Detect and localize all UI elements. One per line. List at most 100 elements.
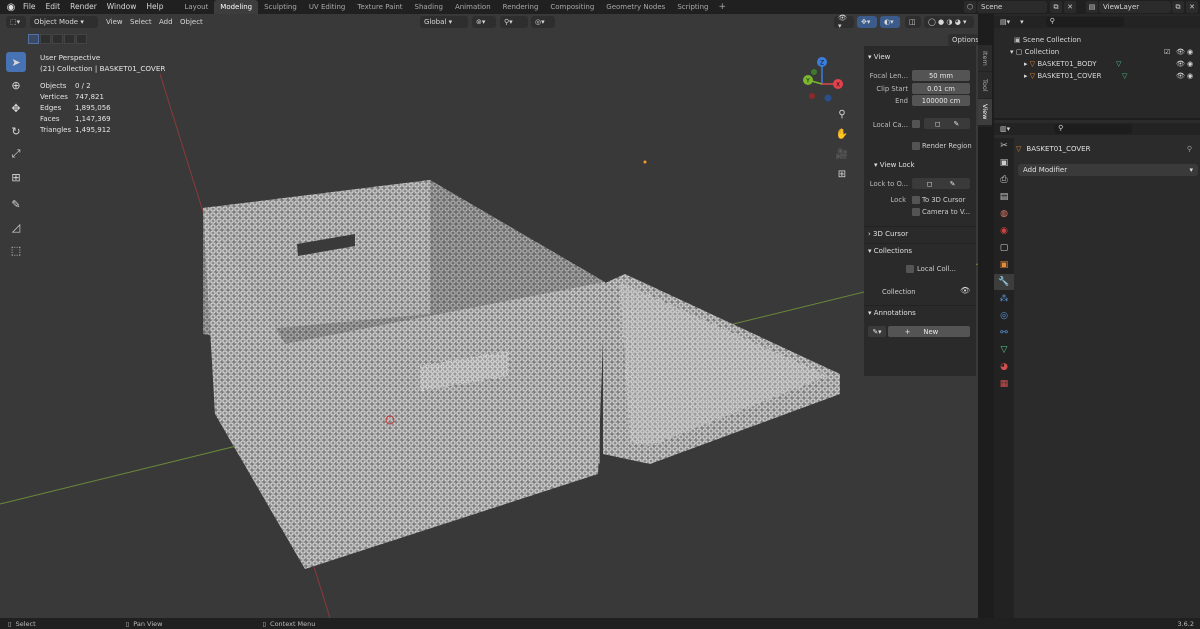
outliner-filter-icon[interactable]: ▾ xyxy=(1020,18,1024,26)
lock-to-object-field[interactable]: ◻ ✎ xyxy=(912,178,970,189)
object-mode-dropdown[interactable]: Object Mode ▾ xyxy=(30,16,98,28)
transform-orientation-dropdown[interactable]: Global ▾ xyxy=(420,16,468,28)
object-camera-icon[interactable]: ◉ xyxy=(1187,60,1193,68)
outliner-collection[interactable]: ▾ ▢ Collection ☑ 👁 ◉ xyxy=(994,46,1200,58)
visibility-icon[interactable]: 👁▾ xyxy=(834,14,854,30)
outliner-editor-icon[interactable]: ▤▾ xyxy=(1000,18,1010,26)
annotations-header[interactable]: ▾ Annotations xyxy=(864,305,976,319)
object-camera-icon[interactable]: ◉ xyxy=(1187,72,1193,80)
xray-icon[interactable]: ◫ xyxy=(905,16,921,28)
render-region-checkbox[interactable] xyxy=(912,142,920,150)
scene-tab-icon[interactable]: ◍ xyxy=(994,206,1014,222)
object-eye-icon[interactable]: 👁 xyxy=(1176,60,1185,68)
scene-icon[interactable]: ⬡ xyxy=(964,1,976,13)
editor-type-button[interactable]: ⬚▾ xyxy=(6,16,26,28)
view-layer-tab-icon[interactable]: ▤ xyxy=(994,189,1014,205)
tab-tool[interactable]: Tool xyxy=(978,72,992,98)
select-new-icon[interactable] xyxy=(28,34,39,44)
add-cube-tool-icon[interactable]: ⬚ xyxy=(6,240,26,260)
tab-uv-editing[interactable]: UV Editing xyxy=(303,0,352,14)
tab-modeling[interactable]: Modeling xyxy=(214,0,259,14)
modifier-tab-icon[interactable]: 🔧 xyxy=(994,274,1014,290)
move-tool-icon[interactable]: ✥ xyxy=(6,98,26,118)
new-scene-icon[interactable]: ⧉ xyxy=(1050,1,1062,13)
delete-scene-icon[interactable]: ✕ xyxy=(1064,1,1076,13)
gizmo-toggle-icon[interactable]: ✥▾ xyxy=(857,16,877,28)
clip-start-field[interactable]: 0.01 cm xyxy=(912,83,970,94)
collection-eye-icon[interactable]: 👁 xyxy=(1176,48,1185,56)
properties-editor-icon[interactable]: ▥▾ xyxy=(1000,125,1010,133)
menu-window[interactable]: Window xyxy=(102,0,142,14)
3d-cursor-header[interactable]: › 3D Cursor xyxy=(864,226,976,240)
object-name-field[interactable]: BASKET01_COVER xyxy=(1026,145,1090,153)
tab-layout[interactable]: Layout xyxy=(178,0,214,14)
tab-sculpting[interactable]: Sculpting xyxy=(258,0,303,14)
cursor-tool-icon[interactable]: ⊕ xyxy=(6,75,26,95)
camera-to-view-checkbox[interactable] xyxy=(912,208,920,216)
select-box-tool-icon[interactable]: ➤ xyxy=(6,52,26,72)
measure-tool-icon[interactable]: ◿ xyxy=(6,217,26,237)
pin-icon[interactable]: ⚲ xyxy=(1187,145,1192,153)
tab-animation[interactable]: Animation xyxy=(449,0,497,14)
snap-icon[interactable]: ⚲▾ xyxy=(500,16,528,28)
properties-search-input[interactable]: ⚲ xyxy=(1054,124,1133,134)
tool-tab-icon[interactable]: ✂ xyxy=(994,138,1014,154)
local-camera-field[interactable]: ◻ ✎ xyxy=(924,118,970,129)
output-tab-icon[interactable]: ⎙ xyxy=(994,172,1014,188)
new-view-layer-icon[interactable]: ⧉ xyxy=(1172,1,1184,13)
select-intersect-icon[interactable] xyxy=(76,34,87,44)
render-tab-icon[interactable]: ▣ xyxy=(994,155,1014,171)
particles-tab-icon[interactable]: ⁂ xyxy=(994,291,1014,307)
3d-viewport[interactable]: ⬚▾ Object Mode ▾ View Select Add Object … xyxy=(0,14,978,618)
ortho-grid-icon[interactable]: ⊞ xyxy=(834,166,850,182)
physics-tab-icon[interactable]: ◎ xyxy=(994,308,1014,324)
view-menu[interactable]: View xyxy=(106,16,123,28)
collection-exclude-checkbox[interactable]: ☑ xyxy=(1164,48,1170,56)
menu-edit[interactable]: Edit xyxy=(41,0,66,14)
rotate-tool-icon[interactable]: ↻ xyxy=(6,121,26,141)
clip-end-field[interactable]: 100000 cm xyxy=(912,95,970,106)
tab-texture-paint[interactable]: Texture Paint xyxy=(351,0,408,14)
shading-modes[interactable]: ◯ ● ◑ ◕ ▾ xyxy=(924,16,974,28)
lock-3d-cursor-checkbox[interactable] xyxy=(912,196,920,204)
navigation-gizmo[interactable]: Z X Y xyxy=(800,54,844,114)
menu-help[interactable]: Help xyxy=(141,0,168,14)
select-invert-icon[interactable] xyxy=(64,34,75,44)
add-workspace-button[interactable]: + xyxy=(714,0,730,14)
annotation-layer-icon[interactable]: ✎▾ xyxy=(868,326,886,337)
texture-tab-icon[interactable]: ▦ xyxy=(994,376,1014,392)
collection-visibility-icon[interactable]: 👁 xyxy=(960,286,970,295)
scale-tool-icon[interactable]: ⤢ xyxy=(6,144,26,164)
scene-selector[interactable]: Scene xyxy=(977,1,1047,13)
constraints-tab-icon[interactable]: ⚯ xyxy=(994,325,1014,341)
object-menu[interactable]: Object xyxy=(180,16,203,28)
local-camera-checkbox[interactable] xyxy=(912,120,920,128)
select-subtract-icon[interactable] xyxy=(52,34,63,44)
camera-view-icon[interactable]: 🎥 xyxy=(834,146,850,162)
overlay-toggle-icon[interactable]: ◐▾ xyxy=(880,16,900,28)
collections-header[interactable]: ▾ Collections xyxy=(864,243,976,257)
view-section-header[interactable]: ▾ View xyxy=(864,50,976,64)
tab-geometry-nodes[interactable]: Geometry Nodes xyxy=(600,0,671,14)
pivot-icon[interactable]: ⊚▾ xyxy=(472,16,496,28)
world-tab-icon[interactable]: ◉ xyxy=(994,223,1014,239)
options-button[interactable]: Options xyxy=(948,34,978,46)
collection-tab-icon[interactable]: ▢ xyxy=(994,240,1014,256)
blender-logo-icon[interactable]: ◉ xyxy=(4,0,18,14)
tab-scripting[interactable]: Scripting xyxy=(671,0,714,14)
outliner-scene-collection[interactable]: ▣ Scene Collection xyxy=(994,34,1200,46)
outliner-object-cover[interactable]: ▸ ▽ BASKET01_COVER ▽ 👁 ◉ xyxy=(994,70,1200,82)
menu-file[interactable]: File xyxy=(18,0,41,14)
view-layer-selector[interactable]: ViewLayer xyxy=(1099,1,1171,13)
outliner-search-input[interactable]: ⚲ xyxy=(1045,17,1124,27)
data-tab-icon[interactable]: ▽ xyxy=(994,342,1014,358)
zoom-icon[interactable]: ⚲ xyxy=(834,106,850,122)
proportional-edit-icon[interactable]: ◎▾ xyxy=(531,16,555,28)
annotate-tool-icon[interactable]: ✎ xyxy=(6,194,26,214)
collection-camera-icon[interactable]: ◉ xyxy=(1187,48,1193,56)
tab-rendering[interactable]: Rendering xyxy=(497,0,545,14)
tab-shading[interactable]: Shading xyxy=(409,0,449,14)
add-menu[interactable]: Add xyxy=(159,16,173,28)
pan-hand-icon[interactable]: ✋ xyxy=(834,126,850,142)
transform-tool-icon[interactable]: ⊞ xyxy=(6,167,26,187)
